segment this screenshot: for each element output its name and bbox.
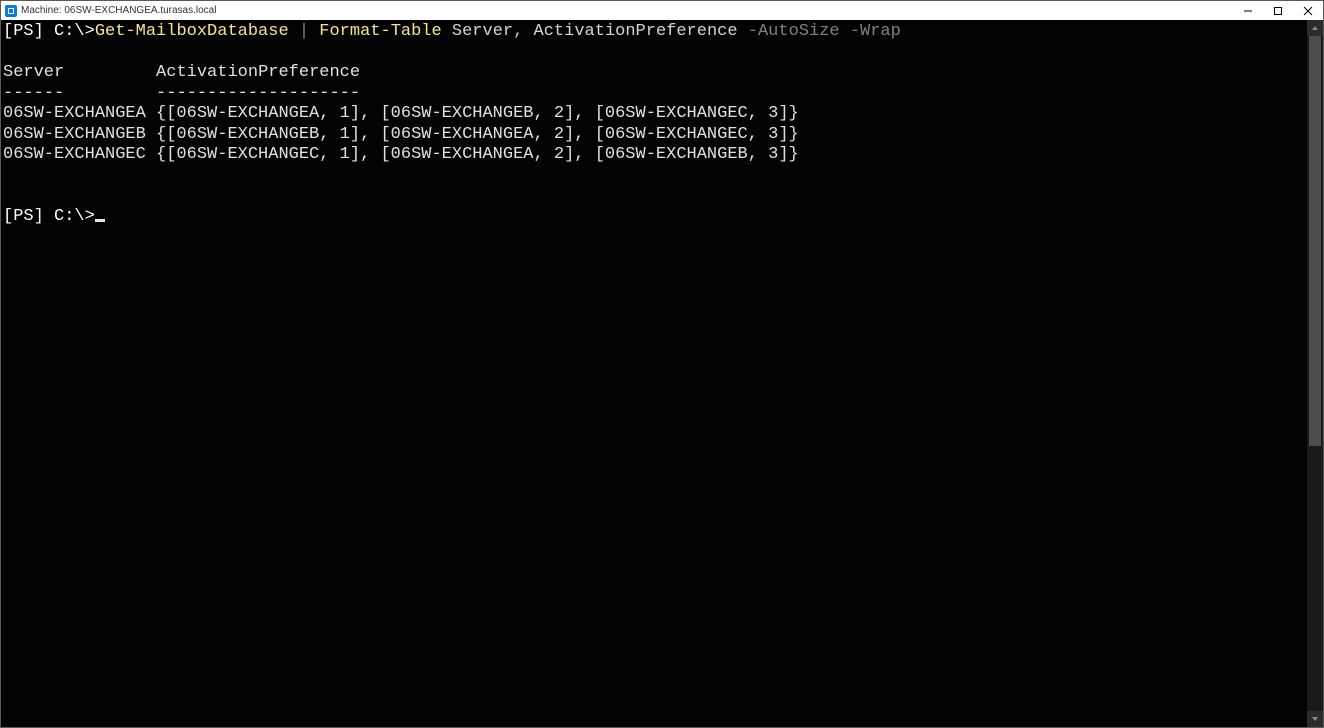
row-server: 06SW-EXCHANGEA <box>3 104 146 123</box>
blank-line <box>3 166 1307 187</box>
blank-line <box>3 186 1307 207</box>
output-underline: ------ -------------------- <box>3 84 1307 105</box>
command-line: [PS] C:\>Get-MailboxDatabase | Format-Ta… <box>3 22 1307 43</box>
ready-prompt-line: [PS] C:\> <box>3 207 1307 228</box>
minimize-button[interactable] <box>1233 1 1263 20</box>
blank-line <box>3 43 1307 64</box>
param-server: Server <box>452 22 513 41</box>
row-actpref: {[06SW-EXCHANGEB, 1], [06SW-EXCHANGEA, 2… <box>156 125 799 144</box>
param-sep: , <box>513 22 533 41</box>
terminal[interactable]: [PS] C:\>Get-MailboxDatabase | Format-Ta… <box>1 20 1307 727</box>
row-gap <box>146 125 156 144</box>
space-before-sw <box>738 22 748 41</box>
prompt-ps: [PS] <box>3 207 44 226</box>
cmdlet-get-mailboxdatabase: Get-MailboxDatabase <box>95 22 289 41</box>
maximize-button[interactable] <box>1263 1 1293 20</box>
titlebar[interactable]: Machine: 06SW-EXCHANGEA.turasas.local <box>1 1 1323 20</box>
header-server: Server <box>3 63 64 82</box>
cmdlet-format-table: Format-Table <box>319 22 441 41</box>
param-actpref: ActivationPreference <box>534 22 738 41</box>
underline-server: ------ <box>3 84 64 103</box>
prompt-space <box>44 22 54 41</box>
cursor <box>95 219 105 222</box>
prompt-space <box>44 207 54 226</box>
switch-wrap: -Wrap <box>850 22 901 41</box>
header-gap <box>64 63 156 82</box>
header-actpref: ActivationPreference <box>156 63 360 82</box>
row-actpref: {[06SW-EXCHANGEA, 1], [06SW-EXCHANGEB, 2… <box>156 104 799 123</box>
window-title: Machine: 06SW-EXCHANGEA.turasas.local <box>21 5 216 16</box>
prompt-path: C:\> <box>54 22 95 41</box>
row-server: 06SW-EXCHANGEC <box>3 145 146 164</box>
app-window: Machine: 06SW-EXCHANGEA.turasas.local [P… <box>0 0 1324 728</box>
space-mid-sw <box>840 22 850 41</box>
space-after-ft <box>442 22 452 41</box>
row-gap <box>146 145 156 164</box>
scroll-down-button[interactable] <box>1307 711 1323 727</box>
output-row: 06SW-EXCHANGEC {[06SW-EXCHANGEC, 1], [06… <box>3 145 1307 166</box>
output-row: 06SW-EXCHANGEA {[06SW-EXCHANGEA, 1], [06… <box>3 104 1307 125</box>
scroll-up-button[interactable] <box>1307 20 1323 36</box>
pipe: | <box>289 22 320 41</box>
row-gap <box>146 104 156 123</box>
output-row: 06SW-EXCHANGEB {[06SW-EXCHANGEB, 1], [06… <box>3 125 1307 146</box>
output-header: Server ActivationPreference <box>3 63 1307 84</box>
prompt-path: C:\> <box>54 207 95 226</box>
vertical-scrollbar[interactable] <box>1307 20 1323 727</box>
prompt-ps: [PS] <box>3 22 44 41</box>
row-server: 06SW-EXCHANGEB <box>3 125 146 144</box>
row-actpref: {[06SW-EXCHANGEC, 1], [06SW-EXCHANGEA, 2… <box>156 145 799 164</box>
scroll-thumb[interactable] <box>1309 36 1321 446</box>
app-icon <box>5 5 17 17</box>
underline-actpref: -------------------- <box>156 84 360 103</box>
close-button[interactable] <box>1293 1 1323 20</box>
client-area: [PS] C:\>Get-MailboxDatabase | Format-Ta… <box>1 20 1323 727</box>
switch-autosize: -AutoSize <box>748 22 840 41</box>
underline-gap <box>64 84 156 103</box>
